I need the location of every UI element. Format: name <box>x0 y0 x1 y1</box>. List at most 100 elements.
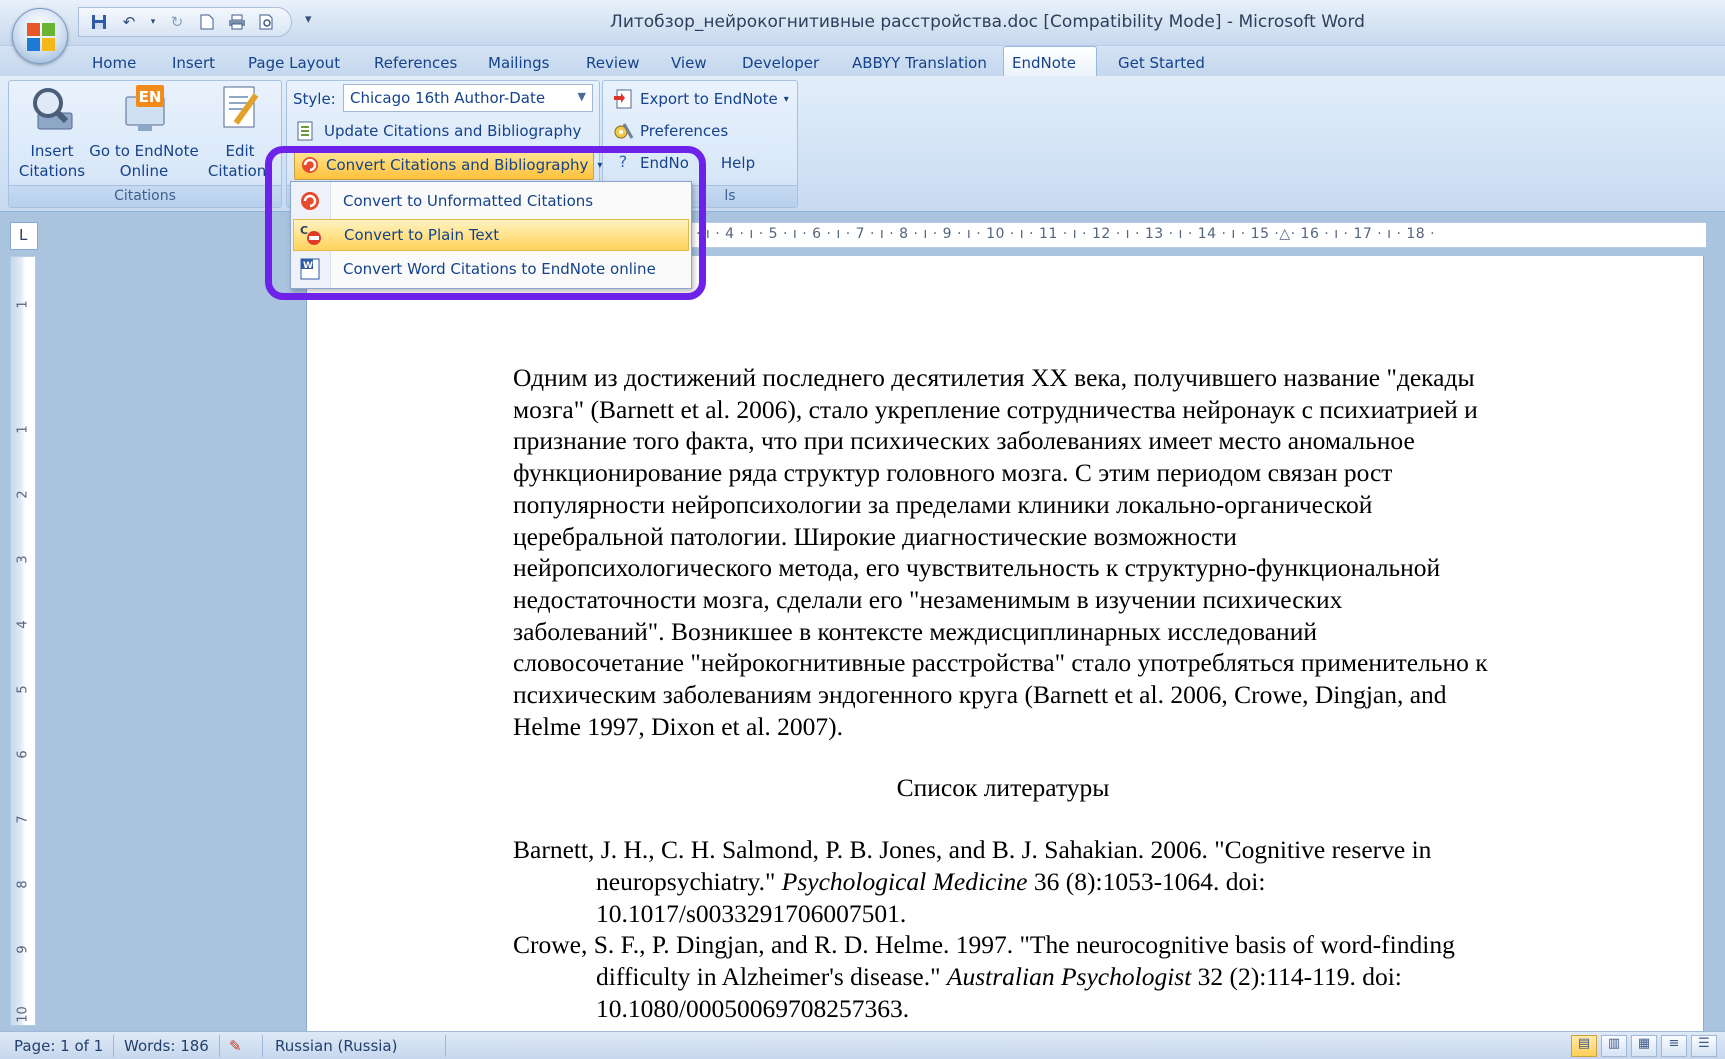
update-citations-button[interactable]: Update Citations and Bibliography <box>296 118 581 144</box>
insert-citations-label-1: Insert <box>30 142 74 160</box>
document-page[interactable]: Одним из достижений последнего десятилет… <box>306 256 1704 1031</box>
tab-page-layout[interactable]: Page Layout <box>240 50 348 76</box>
endnote-help-button[interactable]: ? EndNo Help <box>612 150 755 176</box>
vruler-num: 8 <box>15 880 31 889</box>
vruler-num: 1 <box>15 425 31 434</box>
full-screen-reading-icon[interactable]: ▥ <box>1601 1035 1627 1057</box>
menu-item-label: Convert to Unformatted Citations <box>343 192 594 210</box>
citations-group-label: Citations <box>9 185 281 207</box>
menu-item-label: Convert Word Citations to EndNote online <box>343 260 656 278</box>
print-layout-icon[interactable]: ▤ <box>1571 1035 1597 1057</box>
vruler-num: 10 <box>15 1006 31 1023</box>
update-citations-label: Update Citations and Bibliography <box>324 122 582 140</box>
citations-group: Insert Citations EN Go to EndNote Online <box>8 80 282 208</box>
endnote-online-icon: EN <box>118 83 170 135</box>
reference-journal: Australian Psychologist <box>946 961 1192 991</box>
edit-citations-label-2: Citation( <box>207 162 273 180</box>
ribbon: Insert Citations EN Go to EndNote Online <box>0 76 1725 212</box>
vruler-num: 5 <box>15 685 31 694</box>
vruler-num: 2 <box>15 490 31 499</box>
tab-developer[interactable]: Developer <box>734 50 827 76</box>
spelling-check-icon[interactable]: ✎ <box>229 1037 242 1055</box>
chevron-down-icon: ▾ <box>783 93 789 105</box>
edit-pencil-icon <box>214 83 266 135</box>
tab-mailings[interactable]: Mailings <box>480 50 557 76</box>
menu-item-word-to-endnote-online[interactable]: W Convert Word Citations to EndNote onli… <box>293 253 689 285</box>
status-bar: Page: 1 of 1 Words: 186 ✎ Russian (Russi… <box>0 1031 1725 1059</box>
tab-review[interactable]: Review <box>578 50 648 76</box>
convert-dropdown-menu: Convert to Unformatted Citations C Conve… <box>290 181 692 289</box>
help-icon: ? <box>618 152 628 171</box>
reference-entry[interactable]: Barnett, J. H., C. H. Salmond, P. B. Jon… <box>513 834 1493 929</box>
chevron-down-icon: ▼ <box>577 90 586 103</box>
style-select[interactable]: Chicago 16th Author-Date ▼ <box>343 84 593 112</box>
body-paragraph[interactable]: Одним из достижений последнего десятилет… <box>513 362 1493 742</box>
vertical-ruler[interactable]: 1 1 2 3 4 5 6 7 8 9 10 <box>10 256 36 1026</box>
menu-item-label: Convert to Plain Text <box>344 226 500 244</box>
tab-get-started[interactable]: Get Started <box>1110 50 1213 76</box>
preferences-icon <box>612 120 634 142</box>
plain-text-icon: C <box>298 223 328 247</box>
go-to-endnote-label-1: Go to EndNote <box>89 142 199 160</box>
convert-icon <box>299 154 321 176</box>
help-label-right: Help <box>720 154 756 172</box>
insert-citations-button[interactable]: Insert Citations <box>13 83 91 181</box>
draft-icon[interactable]: ☰ <box>1691 1035 1717 1057</box>
edit-citations-button[interactable]: Edit Citation( <box>201 83 279 181</box>
convert-citations-label: Convert Citations and Bibliography <box>326 156 589 174</box>
view-buttons: ▤ ▥ ▦ ≡ ☰ <box>1571 1035 1717 1057</box>
page-count[interactable]: Page: 1 of 1 <box>14 1037 103 1055</box>
tab-home[interactable]: Home <box>84 50 144 76</box>
web-layout-icon[interactable]: ▦ <box>1631 1035 1657 1057</box>
vruler-num: 7 <box>15 815 31 824</box>
status-separator <box>262 1035 263 1057</box>
unformatted-citations-icon <box>297 189 327 213</box>
vruler-num: 6 <box>15 750 31 759</box>
magnifier-icon <box>26 83 78 135</box>
menu-item-plain-text[interactable]: C Convert to Plain Text <box>293 219 689 251</box>
tab-view[interactable]: View <box>663 50 715 76</box>
svg-text:C: C <box>300 224 308 237</box>
word-count[interactable]: Words: 186 <box>124 1037 209 1055</box>
tab-selector[interactable]: L <box>10 222 38 250</box>
ruler-numbers: · ı · 4 · ı · 5 · ı · 6 · ı · 7 · ı · 8 … <box>696 226 1436 242</box>
tab-endnote[interactable]: EndNote <box>1003 46 1097 77</box>
preferences-button[interactable]: Preferences <box>612 118 728 144</box>
office-button[interactable] <box>12 8 68 64</box>
reference-entry[interactable]: Crowe, S. F., P. Dingjan, and R. D. Helm… <box>513 929 1493 1024</box>
en-badge: EN <box>139 88 162 106</box>
chevron-down-icon: ▾ <box>597 159 603 171</box>
export-icon <box>612 88 634 110</box>
svg-text:W: W <box>303 261 313 271</box>
bibliography-heading[interactable]: Список литературы <box>513 772 1493 804</box>
language-indicator[interactable]: Russian (Russia) <box>275 1037 397 1055</box>
export-to-endnote-button[interactable]: Export to EndNote ▾ <box>612 86 789 112</box>
document-body[interactable]: Одним из достижений последнего десятилет… <box>513 362 1493 1024</box>
vruler-num: 4 <box>15 620 31 629</box>
export-label: Export to EndNote <box>640 90 778 108</box>
ribbon-tabs: Home Insert Page Layout References Maili… <box>0 46 1725 77</box>
help-label-left: EndNo <box>640 154 689 172</box>
status-separator <box>113 1035 114 1057</box>
reference-journal: Psychological Medicine <box>781 866 1028 896</box>
vruler-num: 1 <box>15 300 31 309</box>
status-separator <box>219 1035 220 1057</box>
office-logo-icon <box>27 23 55 51</box>
word-document-icon: W <box>297 257 327 281</box>
preferences-label: Preferences <box>640 122 729 140</box>
vruler-num: 9 <box>15 945 31 954</box>
window-title: Литобзор_нейрокогнитивные расстройства.d… <box>610 12 1365 32</box>
edit-citations-label-1: Edit <box>225 142 255 160</box>
tab-abbyy[interactable]: ABBYY Translation <box>844 50 995 76</box>
convert-citations-button[interactable]: Convert Citations and Bibliography ▾ <box>294 150 602 180</box>
style-label: Style: <box>293 90 336 108</box>
tab-insert[interactable]: Insert <box>164 50 223 76</box>
tab-references[interactable]: References <box>366 50 465 76</box>
update-bibliography-icon <box>296 120 318 142</box>
title-bar: ↶ ▾ ↻ ▾ Литобзор_нейрокогнитивные расстр… <box>0 0 1725 46</box>
menu-item-unformatted-citations[interactable]: Convert to Unformatted Citations <box>293 185 689 217</box>
vruler-num: 3 <box>15 555 31 564</box>
outline-icon[interactable]: ≡ <box>1661 1035 1687 1057</box>
go-to-endnote-label-2: Online <box>119 162 169 180</box>
go-to-endnote-online-button[interactable]: EN Go to EndNote Online <box>89 83 199 181</box>
